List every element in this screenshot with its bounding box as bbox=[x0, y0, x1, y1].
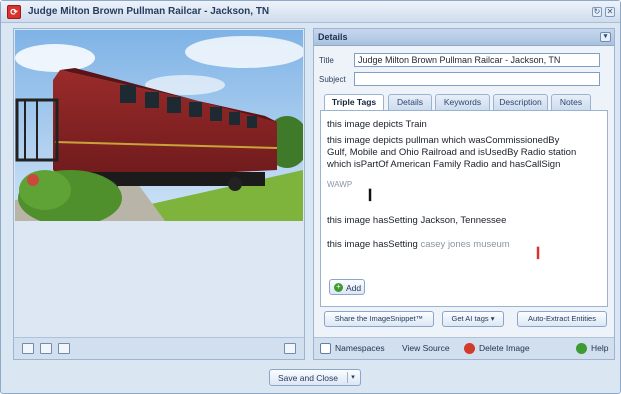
help-link[interactable]: Help bbox=[591, 343, 608, 353]
tag-line-continued: Gulf, Mobile and Ohio Railroad and isUse… bbox=[327, 147, 577, 158]
single-view-icon[interactable] bbox=[22, 343, 34, 354]
preview-toolbar bbox=[14, 337, 304, 359]
tag-line-continued: which isPartOf American Family Radio and… bbox=[327, 159, 561, 170]
view-source-link[interactable]: View Source bbox=[402, 343, 450, 353]
dropdown-caret-icon[interactable]: ▾ bbox=[347, 372, 358, 383]
delete-icon bbox=[464, 343, 475, 354]
details-header-label: Details bbox=[318, 32, 348, 42]
title-bar: ⟳ Judge Milton Brown Pullman Railcar - J… bbox=[1, 1, 620, 23]
details-footer: Namespaces View Source Delete Image Help bbox=[314, 337, 614, 359]
tag-line[interactable]: this image hasSetting casey jones museum bbox=[327, 239, 510, 251]
tab-keywords[interactable]: Keywords bbox=[435, 94, 490, 110]
title-field[interactable] bbox=[354, 53, 600, 67]
grid-view-icon[interactable] bbox=[40, 343, 52, 354]
tag-line[interactable]: this image depicts Train bbox=[327, 119, 427, 131]
close-icon[interactable]: ✕ bbox=[605, 7, 615, 17]
tab-details[interactable]: Details bbox=[388, 94, 432, 110]
window-title: Judge Milton Brown Pullman Railcar - Jac… bbox=[28, 6, 270, 17]
details-panel: Details ▾ Title Subject Triple Tags Deta… bbox=[313, 28, 615, 360]
tab-triple-tags[interactable]: Triple Tags bbox=[324, 94, 384, 111]
share-snippet-button[interactable]: Share the ImageSnippet™ bbox=[324, 311, 434, 327]
add-tag-button[interactable]: + Add bbox=[329, 279, 365, 295]
dropdown-caret-icon: ▾ bbox=[490, 314, 495, 323]
tab-description[interactable]: Description bbox=[493, 94, 548, 110]
tag-line-continued: WAWP bbox=[327, 180, 353, 189]
railcar-photo bbox=[15, 30, 303, 221]
subject-label: Subject bbox=[319, 75, 346, 84]
add-icon: + bbox=[334, 283, 343, 292]
get-ai-tags-label: Get AI tags bbox=[451, 314, 489, 323]
details-header: Details ▾ bbox=[314, 29, 614, 46]
add-label: Add bbox=[346, 283, 362, 293]
refresh-icon[interactable]: ↻ bbox=[592, 7, 602, 17]
tag-line[interactable]: this image hasSetting Jackson, Tennessee bbox=[327, 215, 506, 227]
get-ai-tags-button[interactable]: Get AI tags ▾ bbox=[442, 311, 504, 327]
auto-extract-button[interactable]: Auto-Extract Entities bbox=[517, 311, 607, 327]
triple-tags-panel: this image depicts Train this image depi… bbox=[320, 110, 608, 307]
title-label: Title bbox=[319, 56, 334, 65]
help-icon bbox=[576, 343, 587, 354]
tag-value: casey jones museum bbox=[420, 239, 510, 250]
save-and-close-label: Save and Close bbox=[278, 373, 339, 383]
save-and-close-button[interactable]: Save and Close ▾ bbox=[269, 369, 361, 386]
delete-image-link[interactable]: Delete Image bbox=[479, 343, 530, 353]
image-preview-pane bbox=[13, 28, 305, 360]
image-editor-window: ⟳ Judge Milton Brown Pullman Railcar - J… bbox=[0, 0, 621, 394]
collapse-icon[interactable]: ▾ bbox=[600, 32, 611, 42]
marker-icon: ❙ bbox=[365, 187, 376, 201]
subject-field[interactable] bbox=[354, 72, 600, 86]
tab-notes[interactable]: Notes bbox=[551, 94, 591, 110]
app-logo-icon: ⟳ bbox=[7, 5, 21, 19]
expand-icon[interactable] bbox=[284, 343, 296, 354]
filmstrip-icon[interactable] bbox=[58, 343, 70, 354]
tag-prefix: this image hasSetting bbox=[327, 239, 418, 250]
namespaces-icon bbox=[320, 343, 331, 354]
details-tabs: Triple Tags Details Keywords Description… bbox=[320, 94, 610, 111]
tag-line[interactable]: this image depicts pullman which wasComm… bbox=[327, 135, 559, 147]
namespaces-link[interactable]: Namespaces bbox=[335, 343, 385, 353]
alert-marker-icon: ❙ bbox=[533, 245, 544, 259]
